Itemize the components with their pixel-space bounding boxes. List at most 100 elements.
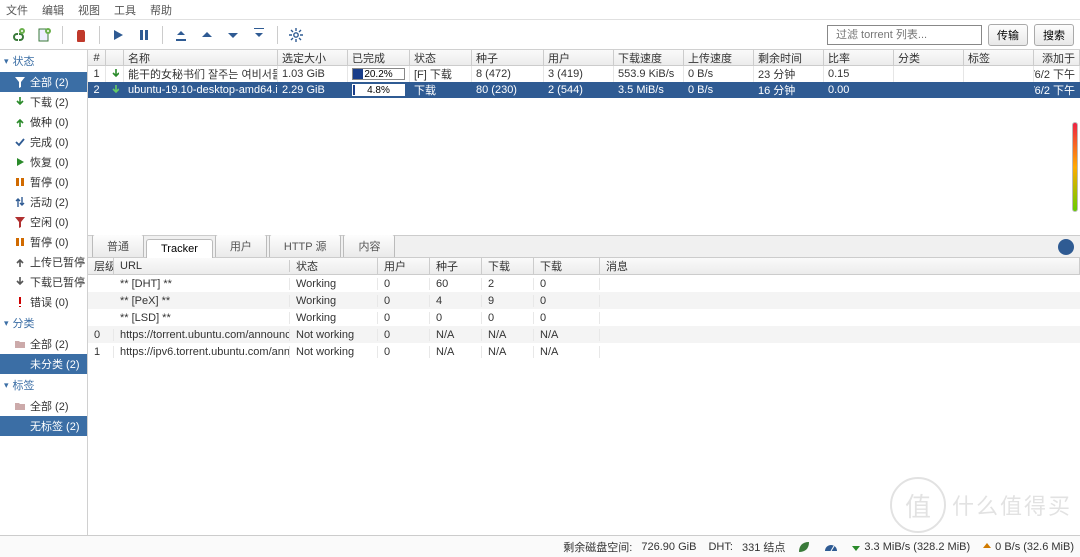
sidebar-item[interactable]: 完成 (0): [0, 132, 87, 152]
sidebar-item[interactable]: 上传已暂停 (0): [0, 252, 87, 272]
tracker-column[interactable]: 消息: [600, 258, 1080, 274]
column-header[interactable]: 状态: [410, 50, 472, 65]
details-tab[interactable]: 内容: [343, 234, 395, 257]
folder-icon: [14, 400, 26, 412]
sidebar-item-label: 暂停 (0): [30, 174, 69, 190]
move-up-icon[interactable]: [195, 23, 219, 47]
column-header[interactable]: 剩余时间: [754, 50, 824, 65]
column-header[interactable]: 用户: [544, 50, 614, 65]
sidebar-group[interactable]: ▾状态: [0, 50, 87, 72]
pause-icon[interactable]: [132, 23, 156, 47]
sidebar-item-label: 完成 (0): [30, 134, 69, 150]
filter-box[interactable]: [827, 25, 982, 45]
arrow-down-icon: [14, 96, 26, 108]
sidebar-item[interactable]: 全部 (2): [0, 334, 87, 354]
column-header[interactable]: 比率: [824, 50, 894, 65]
column-header[interactable]: 名称: [124, 50, 278, 65]
sidebar-item-label: 错误 (0): [30, 294, 69, 310]
torrent-row[interactable]: 2ubuntu-19.10-desktop-amd64.iso2.29 GiB4…: [88, 82, 1080, 98]
sidebar-item[interactable]: 未分类 (2): [0, 354, 87, 374]
pause-icon: [14, 176, 26, 188]
torrent-list: 1能干的女秘书们 잘주는 여비서들...1.03 GiB20.2%[F] 下载8…: [88, 66, 1080, 98]
tracker-column[interactable]: URL: [114, 260, 290, 272]
sidebar-item[interactable]: 全部 (2): [0, 72, 87, 92]
tracker-row[interactable]: ** [LSD] **Working0000: [88, 309, 1080, 326]
search-button[interactable]: 搜索: [1034, 24, 1074, 46]
tracker-row[interactable]: 1https://ipv6.torrent.ubuntu.com/announc…: [88, 343, 1080, 360]
column-header[interactable]: 上传速度: [684, 50, 754, 65]
details-tab[interactable]: Tracker: [146, 239, 213, 258]
menu-帮助[interactable]: 帮助: [150, 2, 172, 18]
column-header[interactable]: 已完成: [348, 50, 410, 65]
sidebar-item-label: 全部 (2): [30, 74, 69, 90]
torrent-header: # 名称选定大小已完成状态种子用户下载速度上传速度剩余时间比率分类标签添加于: [88, 50, 1080, 66]
column-header[interactable]: 种子: [472, 50, 544, 65]
sidebar-item-label: 空闲 (0): [30, 214, 69, 230]
transfer-button[interactable]: 传输: [988, 24, 1028, 46]
move-down-icon[interactable]: [221, 23, 245, 47]
speed-icon[interactable]: [823, 541, 839, 553]
sidebar-item[interactable]: 暂停 (0): [0, 172, 87, 192]
upload-speed[interactable]: 0 B/s (32.6 MiB): [982, 541, 1074, 553]
menu-编辑[interactable]: 编辑: [42, 2, 64, 18]
column-header[interactable]: 下载速度: [614, 50, 684, 65]
tracker-row[interactable]: ** [DHT] **Working06020: [88, 275, 1080, 292]
download-speed[interactable]: 3.3 MiB/s (328.2 MiB): [851, 541, 970, 553]
details-tab[interactable]: 普通: [92, 234, 144, 257]
toolbar: 传输 搜索: [0, 20, 1080, 50]
add-link-icon[interactable]: [6, 23, 30, 47]
column-header[interactable]: 添加于: [1034, 50, 1080, 65]
settings-icon[interactable]: [284, 23, 308, 47]
menu-文件[interactable]: 文件: [6, 2, 28, 18]
sidebar: ▾状态全部 (2) 下载 (2)做种 (0) 完成 (0) 恢复 (0) 暂停 (0) 活…: [0, 50, 88, 535]
sidebar-item[interactable]: 活动 (2): [0, 192, 87, 212]
sidebar-group[interactable]: ▾分类: [0, 312, 87, 334]
sidebar-item-label: 活动 (2): [30, 194, 69, 210]
details-tab[interactable]: HTTP 源: [269, 234, 342, 257]
sidebar-item[interactable]: 无标签 (2): [0, 416, 87, 436]
sidebar-item[interactable]: 下载已暂停 (0): [0, 272, 87, 292]
column-header[interactable]: 选定大小: [278, 50, 348, 65]
tracker-column[interactable]: 用户: [378, 258, 430, 274]
sidebar-item[interactable]: 错误 (0): [0, 292, 87, 312]
menu-视图[interactable]: 视图: [78, 2, 100, 18]
sidebar-item[interactable]: 空闲 (0): [0, 212, 87, 232]
sidebar-item[interactable]: 恢复 (0): [0, 152, 87, 172]
funnel-icon: [14, 76, 26, 88]
tracker-column[interactable]: 层级: [88, 258, 114, 274]
dht-status[interactable]: DHT: 331 结点: [708, 539, 785, 555]
column-header[interactable]: #: [88, 50, 106, 65]
tracker-row[interactable]: ** [PeX] **Working0490: [88, 292, 1080, 309]
filter-input[interactable]: [836, 29, 978, 41]
tracker-column[interactable]: 状态: [290, 258, 378, 274]
tracker-row[interactable]: 0https://torrent.ubuntu.com/announceNot …: [88, 326, 1080, 343]
details-tabs: 普通Tracker用户HTTP 源内容: [88, 236, 1080, 258]
column-header[interactable]: [106, 50, 124, 65]
delete-icon[interactable]: [69, 23, 93, 47]
sidebar-item-label: 暂停 (0): [30, 234, 69, 250]
add-file-icon[interactable]: [32, 23, 56, 47]
sidebar-item[interactable]: 下载 (2): [0, 92, 87, 112]
sidebar-item[interactable]: 做种 (0): [0, 112, 87, 132]
sidebar-group[interactable]: ▾标签: [0, 374, 87, 396]
leaf-icon[interactable]: [797, 540, 811, 554]
sidebar-item[interactable]: 全部 (2): [0, 396, 87, 416]
menu-bar: 文件编辑视图工具帮助: [0, 0, 1080, 20]
start-icon[interactable]: [106, 23, 130, 47]
collapse-icon[interactable]: [1058, 239, 1074, 255]
arrow-down-icon: [14, 276, 26, 288]
sidebar-item-label: 下载已暂停 (0): [30, 274, 88, 290]
column-header[interactable]: 分类: [894, 50, 964, 65]
move-top-icon[interactable]: [169, 23, 193, 47]
tracker-column[interactable]: 种子: [430, 258, 482, 274]
move-bottom-icon[interactable]: [247, 23, 271, 47]
sidebar-item[interactable]: 暂停 (0): [0, 232, 87, 252]
tracker-column[interactable]: 下载: [482, 258, 534, 274]
tracker-column[interactable]: 下载: [534, 258, 600, 274]
details-tab[interactable]: 用户: [215, 234, 267, 257]
funnel-icon: [14, 216, 26, 228]
torrent-empty-area: [88, 98, 1080, 235]
torrent-row[interactable]: 1能干的女秘书们 잘주는 여비서들...1.03 GiB20.2%[F] 下载8…: [88, 66, 1080, 82]
menu-工具[interactable]: 工具: [114, 2, 136, 18]
column-header[interactable]: 标签: [964, 50, 1034, 65]
